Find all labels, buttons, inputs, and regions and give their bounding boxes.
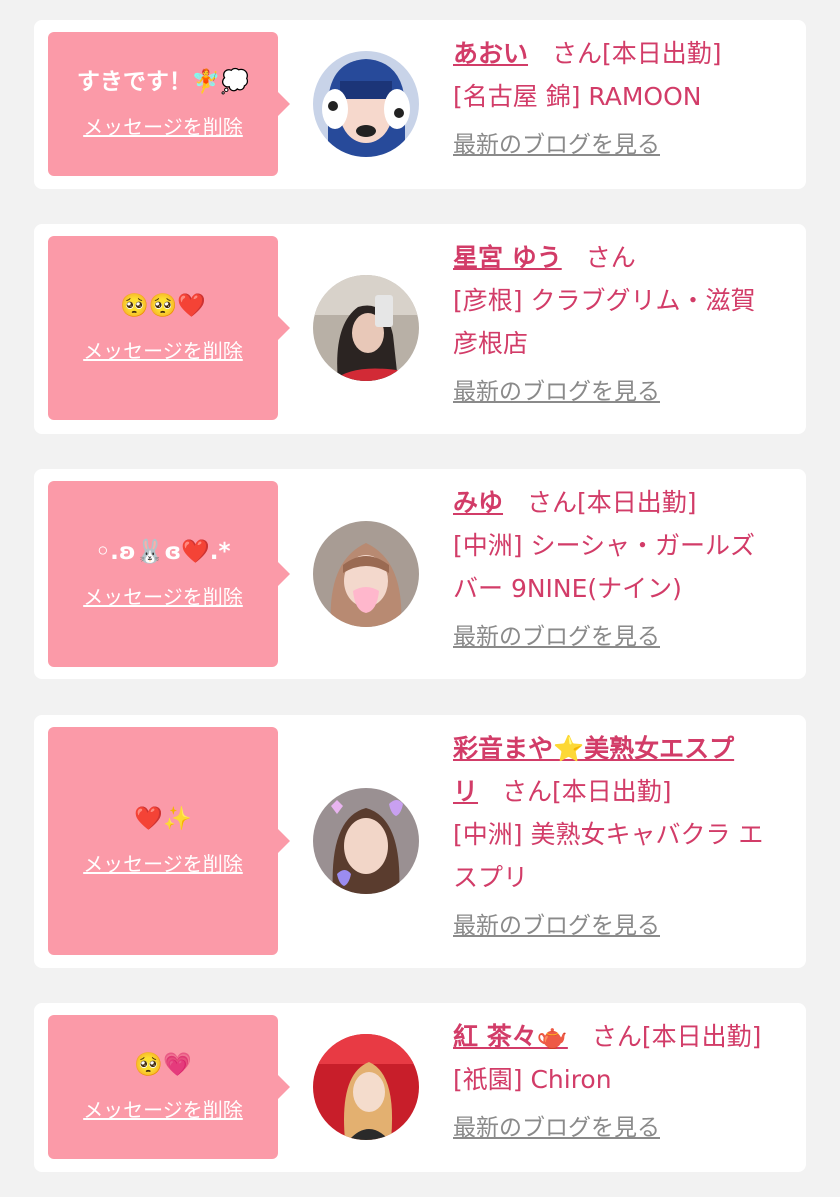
cast-name-link[interactable]: 紅 茶々🫖 [453,1022,568,1051]
delete-message-button[interactable]: メッセージを削除 [83,1094,243,1123]
list-item: ❤️✨ メッセージを削除 彩音まや⭐美熟女エスプ リさん[本日出勤] [中洲] … [34,715,806,968]
shop-text: [祇園] Chiron [453,1065,612,1094]
avatar[interactable] [313,788,419,894]
honorific: さん [585,243,636,272]
shop-text: [中洲] 美熟女キャバクラ エ [453,820,764,849]
honorific: さん [591,1022,642,1051]
latest-blog-link[interactable]: 最新のブログを見る [453,1107,660,1150]
list-item: 🥺💗 メッセージを削除 紅 茶々🫖 さん[本日出勤] [祇園] Chiron 最新… [34,1003,806,1172]
avatar[interactable] [313,51,419,157]
favorites-list: すきです！🧚💭 メッセージを削除 あおい さん[本日出勤] [名古屋 錦] RAM… [0,0,840,1197]
message-bubble: ❤️✨ メッセージを削除 [48,727,290,955]
message-text: 🥺💗 [134,1051,192,1078]
status-text: [本日出勤] [641,1022,762,1051]
message-text: 🥺🥺❤️ [120,292,206,319]
message-bubble: 🥺🥺❤️ メッセージを削除 [48,236,290,420]
shop-text: 彦根店 [453,329,529,358]
cast-info: 紅 茶々🫖 さん[本日出勤] [祇園] Chiron 最新のブログを見る [453,1015,799,1150]
list-item: すきです！🧚💭 メッセージを削除 あおい さん[本日出勤] [名古屋 錦] RAM… [34,20,806,189]
delete-message-button[interactable]: メッセージを削除 [83,111,243,140]
shop-text: [彦根] クラブグリム・滋賀 [453,286,756,315]
latest-blog-link[interactable]: 最新のブログを見る [453,905,660,948]
latest-blog-link[interactable]: 最新のブログを見る [453,124,660,167]
message-text: すきです！🧚💭 [76,68,250,95]
delete-message-button[interactable]: メッセージを削除 [83,335,243,364]
avatar[interactable] [313,521,419,627]
cast-info: 星宮 ゆう さん [彦根] クラブグリム・滋賀 彦根店 最新のブログを見る [453,236,799,414]
shop-text: [名古屋 錦] RAMOON [453,82,702,111]
status-text: [本日出勤] [577,488,697,517]
latest-blog-link[interactable]: 最新のブログを見る [453,371,660,414]
delete-message-button[interactable]: メッセージを削除 [83,848,243,877]
status-text: [本日出勤] [552,777,672,806]
honorific: さん [527,488,578,517]
message-bubble: 🥺💗 メッセージを削除 [48,1015,290,1159]
cast-info: みゆ さん[本日出勤] [中洲] シーシャ・ガールズ バー 9NINE(ナイン) … [453,481,799,659]
honorific: さん [552,39,603,68]
latest-blog-link[interactable]: 最新のブログを見る [453,616,660,659]
avatar[interactable] [313,275,419,381]
avatar[interactable] [313,1034,419,1140]
delete-message-button[interactable]: メッセージを削除 [83,581,243,610]
message-bubble: すきです！🧚💭 メッセージを削除 [48,32,290,176]
list-item: ◦.ʚ🐰ɞ❤️.* メッセージを削除 みゆ さん[本日出勤] [中洲] シーシャ・… [34,469,806,679]
cast-name-link[interactable]: みゆ [453,488,503,517]
shop-text: [中洲] シーシャ・ガールズ [453,531,755,560]
cast-info: あおい さん[本日出勤] [名古屋 錦] RAMOON 最新のブログを見る [453,32,799,167]
cast-name-link[interactable]: 彩音まや⭐美熟女エスプ [453,727,799,770]
shop-text: スプリ [453,863,529,892]
cast-name-link[interactable]: あおい [453,39,528,68]
cast-info: 彩音まや⭐美熟女エスプ リさん[本日出勤] [中洲] 美熟女キャバクラ エ スプ… [453,727,799,948]
message-bubble: ◦.ʚ🐰ɞ❤️.* メッセージを削除 [48,481,290,667]
message-text: ◦.ʚ🐰ɞ❤️.* [95,538,231,565]
status-text: [本日出勤] [602,39,722,68]
shop-text: バー 9NINE(ナイン) [453,574,682,603]
message-text: ❤️✨ [134,805,192,832]
list-item: 🥺🥺❤️ メッセージを削除 星宮 ゆう さん [彦根] クラブグリム・滋賀 彦根店… [34,224,806,434]
cast-name-link-continued[interactable]: リ [453,777,478,806]
cast-name-link[interactable]: 星宮 ゆう [453,243,562,272]
honorific: さん [502,777,553,806]
